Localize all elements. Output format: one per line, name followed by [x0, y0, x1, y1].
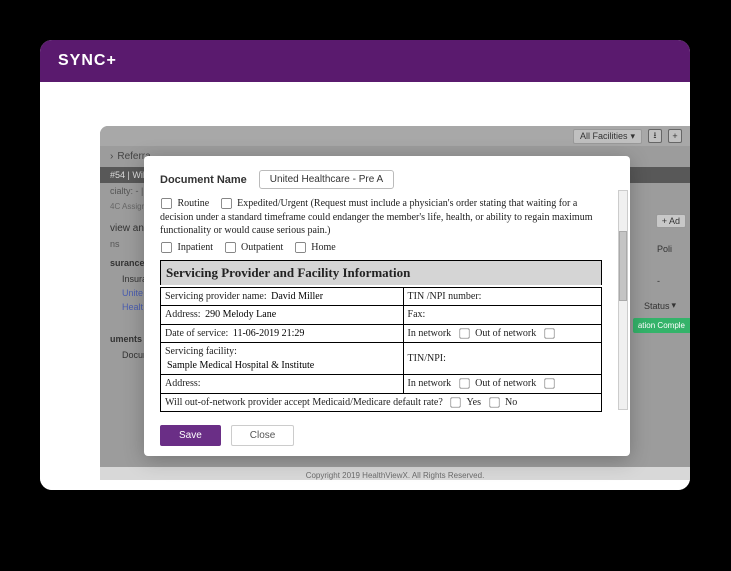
form-content: Routine Expedited/Urgent (Request must i… — [160, 197, 602, 413]
out-network-checkbox-2[interactable] — [544, 379, 554, 389]
form-scroll-area: Routine Expedited/Urgent (Request must i… — [160, 197, 614, 413]
address-input[interactable] — [203, 309, 323, 320]
vertical-scrollbar[interactable] — [618, 190, 628, 410]
out-network-checkbox-1[interactable] — [544, 328, 554, 338]
outpatient-label: Outpatient — [241, 242, 283, 253]
sort-icon[interactable]: ▾ — [671, 300, 676, 311]
poli-th: Poli — [657, 244, 672, 254]
dos-label: Date of service: — [165, 328, 228, 339]
document-chip[interactable]: United Healthcare - Pre A — [259, 170, 394, 189]
inpatient-label: Inpatient — [178, 242, 214, 253]
in-network-label-1: In network — [408, 328, 452, 339]
add-button[interactable]: + Ad — [656, 214, 686, 228]
provider-name-label: Servicing provider name: — [165, 291, 267, 302]
app-window: SYNC+ All Facilities ▾ ⭳ + › Referra #54… — [40, 40, 690, 490]
in-network-label-2: In network — [408, 378, 452, 389]
tin-npi2-input[interactable] — [448, 353, 538, 364]
outpatient-checkbox[interactable] — [225, 242, 236, 253]
facility-input[interactable] — [165, 360, 345, 371]
oon-no-label: No — [505, 397, 517, 408]
provider-name-input[interactable] — [269, 291, 389, 302]
servicing-section-header: Servicing Provider and Facility Informat… — [160, 260, 602, 285]
backdrop-topbar: All Facilities ▾ ⭳ + — [100, 126, 690, 146]
facilities-dropdown[interactable]: All Facilities ▾ — [573, 129, 642, 144]
inpatient-checkbox[interactable] — [161, 242, 172, 253]
download-icon[interactable]: ⭳ — [648, 129, 662, 143]
in-network-checkbox-1[interactable] — [459, 328, 469, 338]
setting-row: Inpatient Outpatient Home — [160, 241, 602, 255]
modal-buttons: Save Close — [160, 425, 614, 446]
home-label: Home — [311, 242, 335, 253]
modal-header: Document Name United Healthcare - Pre A — [160, 170, 614, 189]
oon-yes-checkbox[interactable] — [451, 397, 461, 407]
out-network-label-2: Out of network — [475, 378, 536, 389]
out-network-label-1: Out of network — [475, 328, 536, 339]
address-label: Address: — [165, 309, 201, 320]
servicing-table: Servicing provider name: TIN /NPI number… — [160, 287, 602, 413]
dos-input[interactable] — [231, 328, 351, 339]
document-name-label: Document Name — [160, 174, 247, 186]
close-button[interactable]: Close — [231, 425, 295, 446]
tin-npi2-label: TIN/NPI: — [408, 353, 446, 364]
oon-no-checkbox[interactable] — [489, 397, 499, 407]
chevron-down-icon: ▾ — [630, 131, 635, 142]
priority-row: Routine Expedited/Urgent (Request must i… — [160, 197, 602, 238]
footer-copyright: Copyright 2019 HealthViewX. All Rights R… — [100, 467, 690, 480]
address2-label: Address: — [165, 378, 201, 389]
facility-label: Servicing facility: — [165, 346, 237, 357]
brand-logo: SYNC+ — [58, 52, 117, 70]
app-header: SYNC+ — [40, 40, 690, 82]
oon-yes-label: Yes — [466, 397, 481, 408]
routine-checkbox[interactable] — [161, 198, 172, 209]
in-network-checkbox-2[interactable] — [459, 379, 469, 389]
scrollbar-thumb[interactable] — [619, 231, 627, 301]
chevron-right-icon: › — [110, 151, 113, 162]
document-modal: Document Name United Healthcare - Pre A … — [144, 156, 630, 456]
content-stage: All Facilities ▾ ⭳ + › Referra #54 | Wil… — [40, 96, 690, 490]
facilities-label: All Facilities — [580, 131, 628, 141]
routine-label: Routine — [178, 198, 210, 209]
dash-cell: - — [657, 276, 660, 286]
home-checkbox[interactable] — [295, 242, 306, 253]
save-button[interactable]: Save — [160, 425, 221, 446]
oon-question-label: Will out-of-network provider accept Medi… — [165, 397, 443, 408]
status-th: Status ▾ — [644, 300, 676, 311]
expedited-checkbox[interactable] — [221, 198, 232, 209]
fax-input[interactable] — [428, 309, 518, 320]
plus-icon[interactable]: + — [668, 129, 682, 143]
sub-header — [40, 82, 690, 96]
status-badge: ation Comple — [633, 318, 690, 333]
tin-npi-label: TIN /NPI number: — [408, 291, 482, 302]
address2-input[interactable] — [203, 378, 323, 389]
tin-npi-input[interactable] — [484, 291, 544, 302]
fax-label: Fax: — [408, 309, 426, 320]
